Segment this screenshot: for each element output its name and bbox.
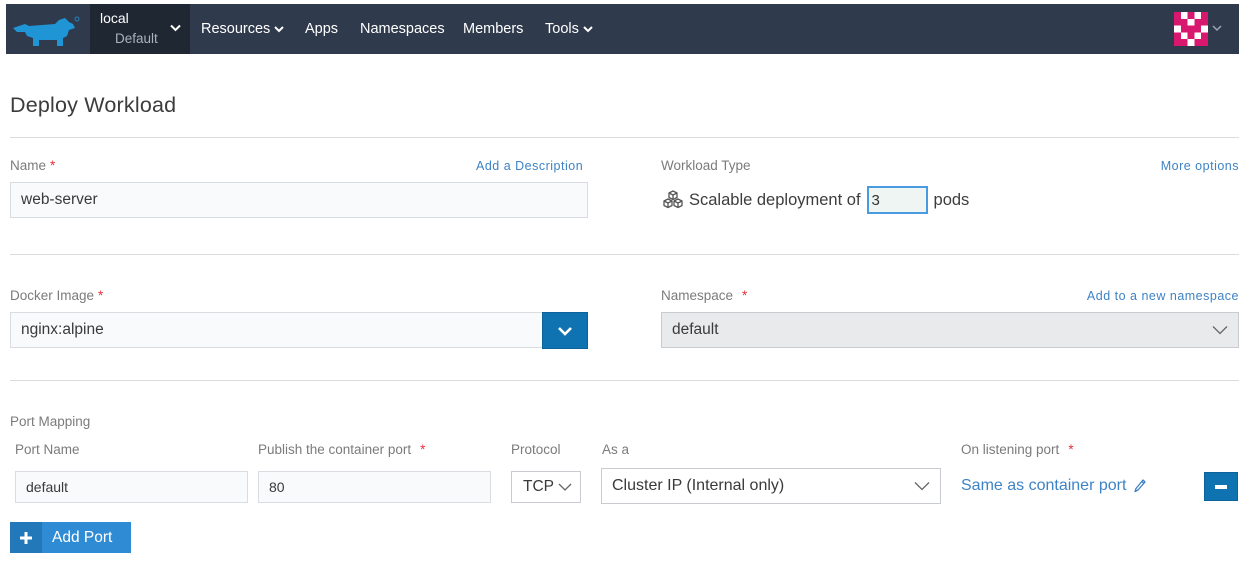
as-a-column-header: As a <box>602 442 630 457</box>
nav-apps-label: Apps <box>305 21 339 37</box>
namespace-label-text: Namespace <box>661 288 734 303</box>
scalable-suffix-text: pods <box>933 190 970 209</box>
user-avatar-icon <box>1174 12 1208 46</box>
required-mark: * <box>98 288 104 303</box>
scalable-deployment-row: Scalable deployment of 3 pods <box>662 186 969 214</box>
listening-port-header-text: On listening port <box>961 442 1060 457</box>
minus-icon <box>1215 484 1227 489</box>
namespace-select[interactable]: default <box>661 312 1239 348</box>
add-description-link[interactable]: Add a Description <box>476 159 583 173</box>
divider <box>10 254 1239 255</box>
docker-image-label-text: Docker Image <box>10 288 95 303</box>
port-name-value: default <box>26 479 69 495</box>
user-menu[interactable] <box>1172 11 1228 47</box>
cluster-project-switcher[interactable]: local Default <box>90 4 190 54</box>
port-name-column-header: Port Name <box>15 442 80 457</box>
nav-namespaces[interactable]: Namespaces <box>360 4 445 54</box>
required-mark: * <box>50 158 56 173</box>
replica-count-value: 3 <box>871 191 880 209</box>
divider <box>10 380 1239 381</box>
deployment-cubes-icon <box>663 190 683 209</box>
name-label: Name * <box>10 158 55 173</box>
docker-image-input[interactable]: nginx:alpine <box>10 312 544 348</box>
docker-image-dropdown-button[interactable] <box>542 312 588 349</box>
nav-resources[interactable]: Resources <box>201 4 285 54</box>
name-input-value: web-server <box>21 191 98 208</box>
required-mark: * <box>420 442 426 457</box>
replica-count-input[interactable]: 3 <box>866 186 928 214</box>
docker-image-label: Docker Image * <box>10 288 103 303</box>
chevron-down-icon <box>558 483 572 491</box>
cluster-name: local <box>100 10 129 26</box>
add-port-button[interactable]: Add Port <box>10 522 131 553</box>
publish-port-input[interactable]: 80 <box>258 471 491 503</box>
page-title: Deploy Workload <box>10 93 177 117</box>
publish-port-value: 80 <box>269 479 285 495</box>
protocol-select-value: TCP <box>523 478 554 495</box>
more-options-link[interactable]: More options <box>1150 159 1239 173</box>
nav-members-label: Members <box>463 21 524 37</box>
service-type-value: Cluster IP (Internal only) <box>612 477 785 494</box>
port-mapping-title: Port Mapping <box>10 414 91 429</box>
name-label-text: Name <box>10 158 47 173</box>
plus-icon <box>10 522 42 553</box>
add-port-label: Add Port <box>52 528 113 546</box>
protocol-select[interactable]: TCP <box>511 471 581 503</box>
publish-port-column-header: Publish the container port * <box>258 442 425 457</box>
namespace-select-value: default <box>672 321 719 338</box>
nav-namespaces-label: Namespaces <box>360 21 445 37</box>
listening-port-column-header: On listening port * <box>961 442 1074 457</box>
chevron-down-icon <box>558 326 572 336</box>
project-name: Default <box>115 31 158 46</box>
required-mark: * <box>1068 442 1074 457</box>
namespace-label: Namespace * <box>661 288 747 303</box>
chevron-down-icon <box>274 25 285 32</box>
protocol-column-header: Protocol <box>511 442 561 457</box>
chevron-down-icon <box>583 25 593 32</box>
divider <box>10 137 1239 138</box>
nav-members[interactable]: Members <box>463 4 523 54</box>
nav-apps[interactable]: Apps <box>305 4 338 54</box>
service-type-select[interactable]: Cluster IP (Internal only) <box>601 468 941 504</box>
chevron-down-icon <box>170 24 181 32</box>
scalable-prefix-text: Scalable deployment of <box>689 190 861 209</box>
nav-tools[interactable]: Tools <box>545 4 593 54</box>
listening-port-edit-link[interactable]: Same as container port <box>961 477 1147 495</box>
rancher-logo-icon[interactable] <box>11 14 81 48</box>
pencil-icon <box>1134 479 1147 493</box>
chevron-down-icon <box>1212 25 1222 32</box>
top-navigation-bar: local Default Resources Apps Namespaces … <box>6 4 1239 54</box>
name-input[interactable]: web-server <box>10 182 588 218</box>
workload-type-label: Workload Type <box>661 158 751 173</box>
docker-image-value: nginx:alpine <box>21 321 104 338</box>
listening-port-value: Same as container port <box>961 477 1127 494</box>
chevron-down-icon <box>1212 326 1228 335</box>
chevron-down-icon <box>914 482 930 491</box>
nav-tools-label: Tools <box>545 21 579 37</box>
publish-port-header-text: Publish the container port <box>258 442 412 457</box>
remove-port-button[interactable] <box>1204 472 1238 501</box>
port-name-input[interactable]: default <box>15 471 248 503</box>
nav-resources-label: Resources <box>201 21 271 37</box>
add-new-namespace-link[interactable]: Add to a new namespace <box>1070 289 1239 303</box>
required-mark: * <box>742 288 748 303</box>
